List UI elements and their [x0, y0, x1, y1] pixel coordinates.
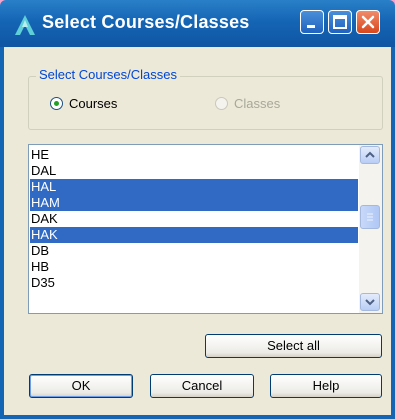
chevron-down-icon [365, 299, 375, 306]
list-item[interactable]: HAK [30, 227, 358, 243]
radio-classes[interactable]: Classes [215, 96, 280, 111]
radio-classes-label: Classes [234, 96, 281, 111]
chevron-up-icon [365, 151, 375, 158]
minimize-button[interactable] [300, 10, 324, 34]
radio-courses[interactable]: Courses [50, 96, 117, 111]
scroll-up-button[interactable] [360, 146, 380, 164]
radio-courses-label: Courses [69, 96, 118, 111]
dialog-window: Select Courses/Classes Select Courses/Cl… [0, 0, 395, 419]
list-item[interactable]: D35 [30, 275, 358, 291]
course-listbox[interactable]: HE DAL HAL HAM DAK HAK DB HB D35 [28, 144, 383, 314]
scroll-down-button[interactable] [360, 293, 380, 311]
list-item[interactable]: DAL [30, 163, 358, 179]
minimize-icon [307, 25, 315, 28]
window-title: Select Courses/Classes [42, 12, 250, 32]
list-item[interactable]: DAK [30, 211, 358, 227]
scroll-thumb[interactable] [360, 205, 380, 229]
app-logo-icon [15, 15, 35, 35]
ok-button[interactable]: OK [29, 374, 133, 398]
grip-icon [367, 213, 373, 221]
close-icon [361, 15, 375, 29]
list-item[interactable]: DB [30, 243, 358, 259]
title-bar[interactable]: Select Courses/Classes [0, 0, 395, 47]
maximize-icon [333, 15, 347, 29]
cancel-button[interactable]: Cancel [150, 374, 254, 398]
list-item[interactable]: HAM [30, 195, 358, 211]
help-button[interactable]: Help [270, 374, 382, 398]
vertical-scrollbar[interactable] [359, 145, 382, 313]
radio-button-icon[interactable] [215, 97, 228, 110]
radio-button-icon[interactable] [50, 97, 63, 110]
maximize-button[interactable] [328, 10, 352, 34]
groupbox-legend: Select Courses/Classes [36, 67, 180, 82]
list-item[interactable]: HE [30, 147, 358, 163]
select-all-button[interactable]: Select all [205, 334, 382, 358]
close-button[interactable] [356, 10, 380, 34]
list-item[interactable]: HB [30, 259, 358, 275]
list-item[interactable]: HAL [30, 179, 358, 195]
